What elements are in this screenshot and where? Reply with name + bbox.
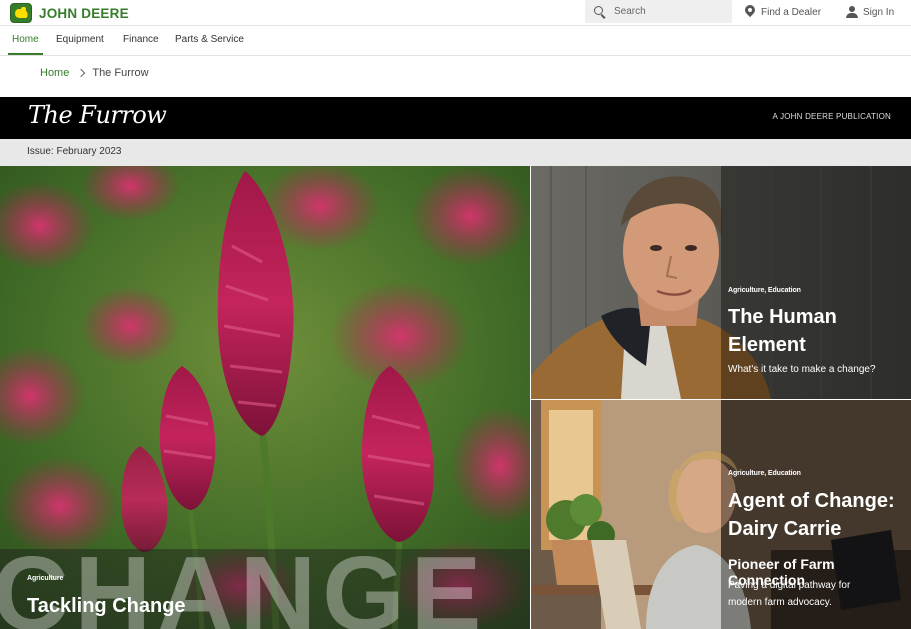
tile-category: Agriculture, Education [728,470,801,477]
chevron-right-icon [77,68,86,78]
tile-category: Agriculture, Education [728,287,801,294]
tile-description-line1: Paving a digital pathway for [728,580,851,591]
breadcrumb: Home The Furrow [40,67,149,79]
nav-item-home[interactable]: Home [8,27,43,55]
issue-label: Issue: February 2023 [27,146,122,157]
article-tile-agent-of-change[interactable]: Agriculture, Education Agent of Change: … [531,400,911,629]
tile-title-line2[interactable]: Dairy Carrie [728,515,841,543]
nav-item-parts-service[interactable]: Parts & Service [175,27,244,55]
deer-logo-icon [10,3,32,23]
article-tile-tackling-change[interactable]: CHANGE Agriculture Tackling Change [0,166,530,629]
search-input[interactable]: Search [585,0,732,23]
nav-item-equipment[interactable]: Equipment [56,27,104,55]
breadcrumb-home-link[interactable]: Home [40,67,69,79]
tile-title[interactable]: Tackling Change [27,592,186,620]
furrow-logo[interactable]: The Furrow [28,101,167,129]
furrow-banner: The Furrow A JOHN DEERE PUBLICATION [0,97,911,139]
find-dealer-link[interactable]: Find a Dealer [745,4,821,20]
main-nav: Home Equipment Finance Parts & Service [0,27,911,56]
publication-label: A JOHN DEERE PUBLICATION [772,112,891,121]
tile-description: What's it take to make a change? [728,364,876,375]
issue-bar: Issue: February 2023 [0,139,911,166]
tile-title-line2[interactable]: Element [728,331,806,359]
tile-title-line1[interactable]: The Human [728,303,837,331]
search-placeholder: Search [614,6,646,17]
find-dealer-label: Find a Dealer [761,6,822,18]
user-icon [846,6,858,18]
tile-title-line1[interactable]: Agent of Change: [728,487,895,515]
article-tile-human-element[interactable]: Agriculture, Education The Human Element… [531,166,911,399]
sign-in-link[interactable]: Sign In [846,4,894,20]
brand-name: JOHN DEERE [39,5,129,21]
tile-category: Agriculture [27,575,64,582]
nav-item-finance[interactable]: Finance [123,27,159,55]
tile-description-line2: modern farm advocacy. [728,597,832,608]
search-icon [593,5,607,19]
location-pin-icon [745,5,755,19]
top-header: JOHN DEERE Search Find a Dealer Sign In [0,0,911,26]
sign-in-label: Sign In [863,6,895,18]
john-deere-logo[interactable]: JOHN DEERE [10,2,129,24]
breadcrumb-current: The Furrow [92,67,149,79]
